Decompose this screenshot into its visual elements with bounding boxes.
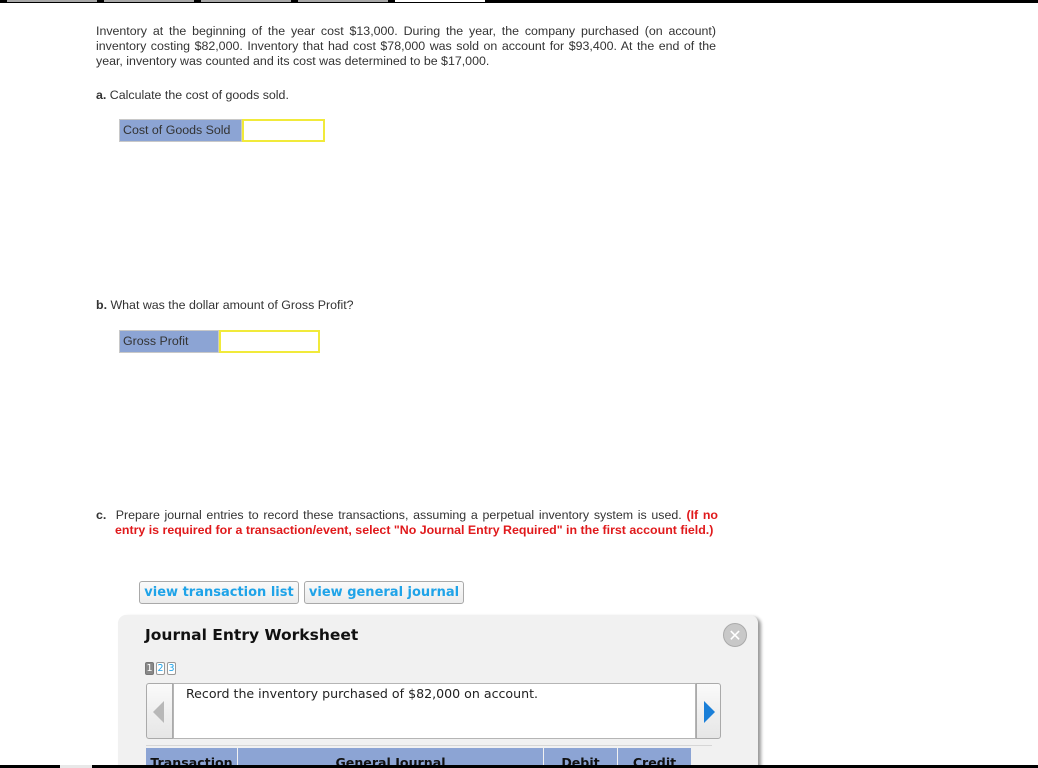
view-general-journal-button[interactable]: view general journal [304,581,464,604]
gross-profit-answer-row: Gross Profit [119,330,320,353]
entry-description-box: Record the inventory purchased of $82,00… [173,683,696,739]
close-icon[interactable]: ✕ [723,623,747,647]
cogs-label: Cost of Goods Sold [119,119,242,142]
top-tab-3[interactable] [201,0,291,2]
cogs-answer-row: Cost of Goods Sold [119,119,325,142]
top-tab-4[interactable] [298,0,388,2]
part-c-prompt: c. Prepare journal entries to record the… [96,508,718,538]
part-b-letter: b. [96,298,108,312]
page-button-3[interactable]: 3 [167,662,176,675]
arrow-left-icon [153,701,164,723]
page-button-1[interactable]: 1 [145,662,154,675]
cogs-input[interactable] [242,119,325,142]
part-a-prompt: a. Calculate the cost of goods sold. [96,88,289,102]
top-tab-1[interactable] [7,0,97,2]
part-b-text: What was the dollar amount of Gross Prof… [110,298,354,312]
part-c-text: Prepare journal entries to record these … [115,508,682,522]
part-a-text: Calculate the cost of goods sold. [109,88,289,102]
worksheet-title: Journal Entry Worksheet [145,626,359,644]
question-text: Inventory at the beginning of the year c… [96,24,716,68]
top-tab-2[interactable] [104,0,194,2]
worksheet-divider [146,745,712,746]
previous-entry-button[interactable] [146,683,173,739]
gross-profit-label: Gross Profit [119,330,219,353]
top-tab-strip [0,0,1038,3]
next-entry-button[interactable] [696,683,721,739]
top-tab-5[interactable] [395,0,485,2]
gross-profit-input[interactable] [219,330,320,353]
part-c-letter: c. [96,508,107,522]
journal-entry-worksheet: Journal Entry Worksheet ✕ 1 2 3 Record t… [118,615,758,768]
part-b-prompt: b. What was the dollar amount of Gross P… [96,298,354,312]
view-transaction-list-button[interactable]: view transaction list [139,581,299,604]
page-button-2[interactable]: 2 [156,662,165,675]
arrow-right-icon [704,701,715,723]
entry-description: Record the inventory purchased of $82,00… [186,686,539,701]
part-a-letter: a. [96,88,107,102]
worksheet-pager: 1 2 3 [145,662,176,675]
